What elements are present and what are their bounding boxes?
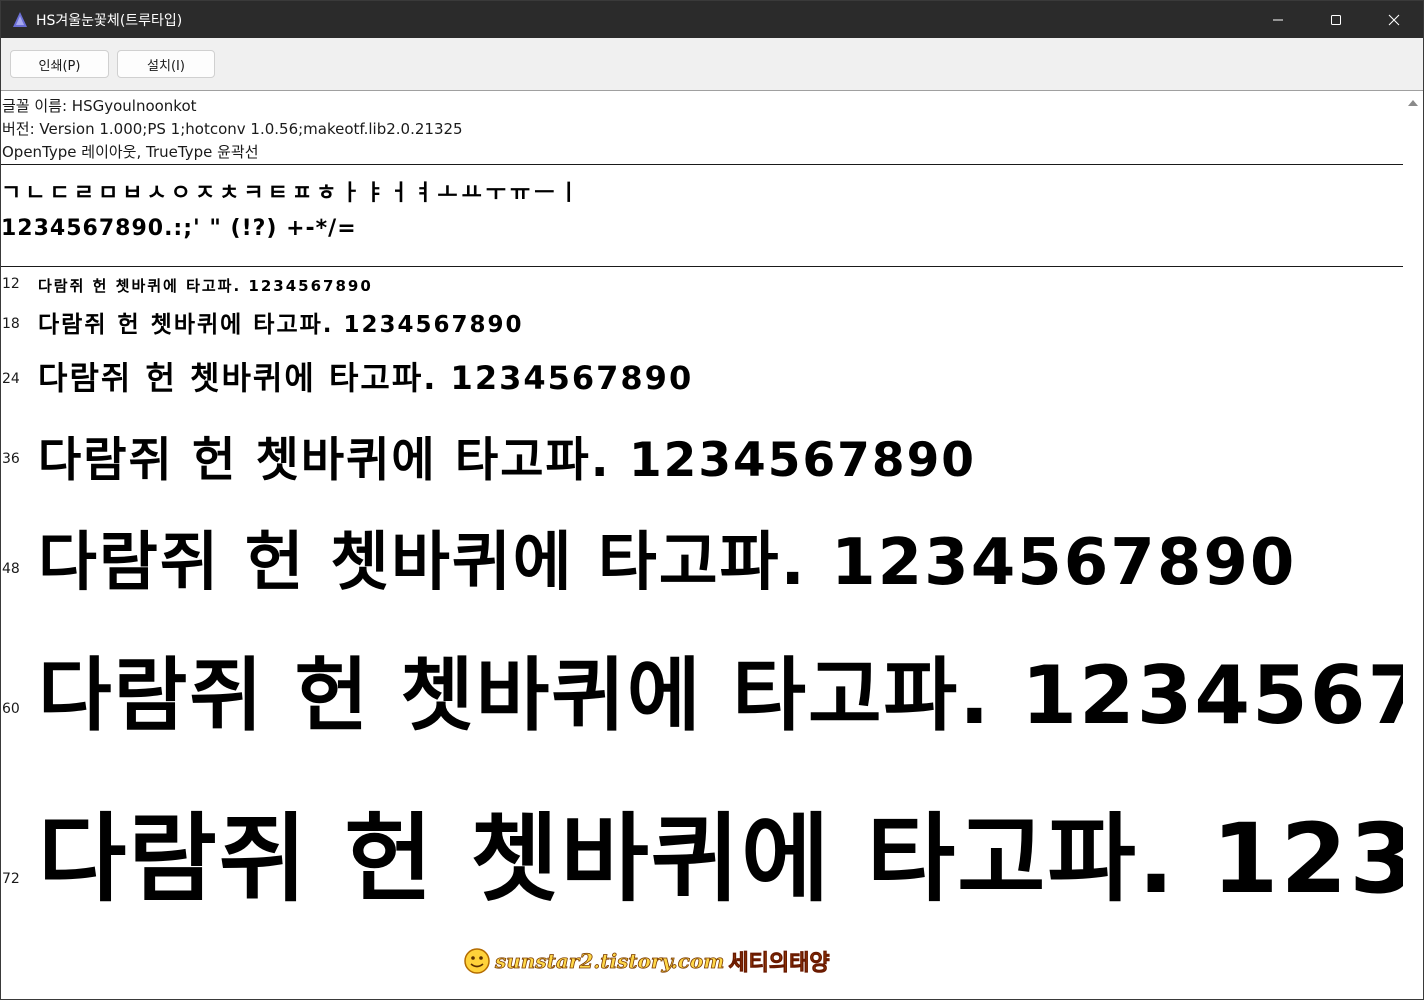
font-name-line: 글꼴 이름: HSGyoulnoonkot (2, 97, 197, 115)
sample-text: 다람쥐 헌 쳇바퀴에 타고파. 1234567890 (38, 433, 976, 488)
size-label: 18 (2, 316, 20, 332)
sample-text: 다람쥐 헌 쳇바퀴에 타고파. 1234567890 (38, 277, 373, 295)
sample-text: 다람쥐 헌 쳇바퀴에 타고파. 1234567890 (38, 803, 1403, 915)
size-label: 72 (2, 871, 20, 887)
print-button[interactable]: 인쇄(P) (10, 50, 109, 78)
divider (1, 266, 1403, 267)
sample-text: 다람쥐 헌 쳇바퀴에 타고파. 1234567890 (38, 649, 1403, 742)
sample-text: 다람쥐 헌 쳇바퀴에 타고파. 1234567890 (38, 526, 1297, 600)
outline-line: OpenType 레이아웃, TrueType 윤곽선 (2, 143, 259, 161)
divider (1, 164, 1403, 165)
vertical-scrollbar[interactable] (1403, 91, 1423, 999)
size-label: 60 (2, 701, 20, 717)
minimize-button[interactable] (1249, 1, 1307, 38)
watermark-name: 세티의태양 (728, 951, 830, 977)
app-icon (13, 11, 27, 27)
size-label: 24 (2, 371, 20, 387)
maximize-icon (1331, 14, 1341, 25)
smiley-icon (464, 948, 490, 974)
font-viewer-window: HS겨울눈꽃체(트루타입) 인쇄(P) 설치(I) 글꼴 이름: HSGyoul… (0, 0, 1424, 1000)
maximize-button[interactable] (1307, 1, 1365, 38)
jamo-glyphs: ㄱㄴㄷㄹㅁㅂㅅㅇㅈㅊㅋㅌㅍㅎㅏㅑㅓㅕㅗㅛㅜㅠㅡㅣ (1, 181, 583, 206)
close-icon (1388, 14, 1400, 25)
scroll-up-icon[interactable] (1407, 97, 1419, 109)
sample-text: 다람쥐 헌 쳇바퀴에 타고파. 1234567890 (38, 359, 694, 397)
watermark-url: sunstar2.tistory.com (495, 949, 725, 974)
toolbar: 인쇄(P) 설치(I) (1, 38, 1423, 91)
sample-text: 다람쥐 헌 쳇바퀴에 타고파. 1234567890 (38, 312, 524, 338)
install-button[interactable]: 설치(I) (117, 50, 215, 78)
version-line: 버전: Version 1.000;PS 1;hotconv 1.0.56;ma… (2, 120, 463, 138)
minimize-icon (1273, 19, 1283, 20)
title-bar[interactable]: HS겨울눈꽃체(트루타입) (1, 1, 1423, 38)
digit-symbol-glyphs: 1234567890.:;' " (!?) +-*/= (1, 216, 357, 241)
font-preview-area: 글꼴 이름: HSGyoulnoonkot 버전: Version 1.000;… (1, 91, 1403, 999)
size-label: 48 (2, 561, 20, 577)
size-label: 12 (2, 276, 20, 292)
close-button[interactable] (1365, 1, 1423, 38)
window-title: HS겨울눈꽃체(트루타입) (36, 12, 183, 29)
window-controls (1249, 1, 1423, 38)
size-label: 36 (2, 451, 20, 467)
watermark: sunstar2.tistory.com 세티의태양 (463, 945, 830, 977)
